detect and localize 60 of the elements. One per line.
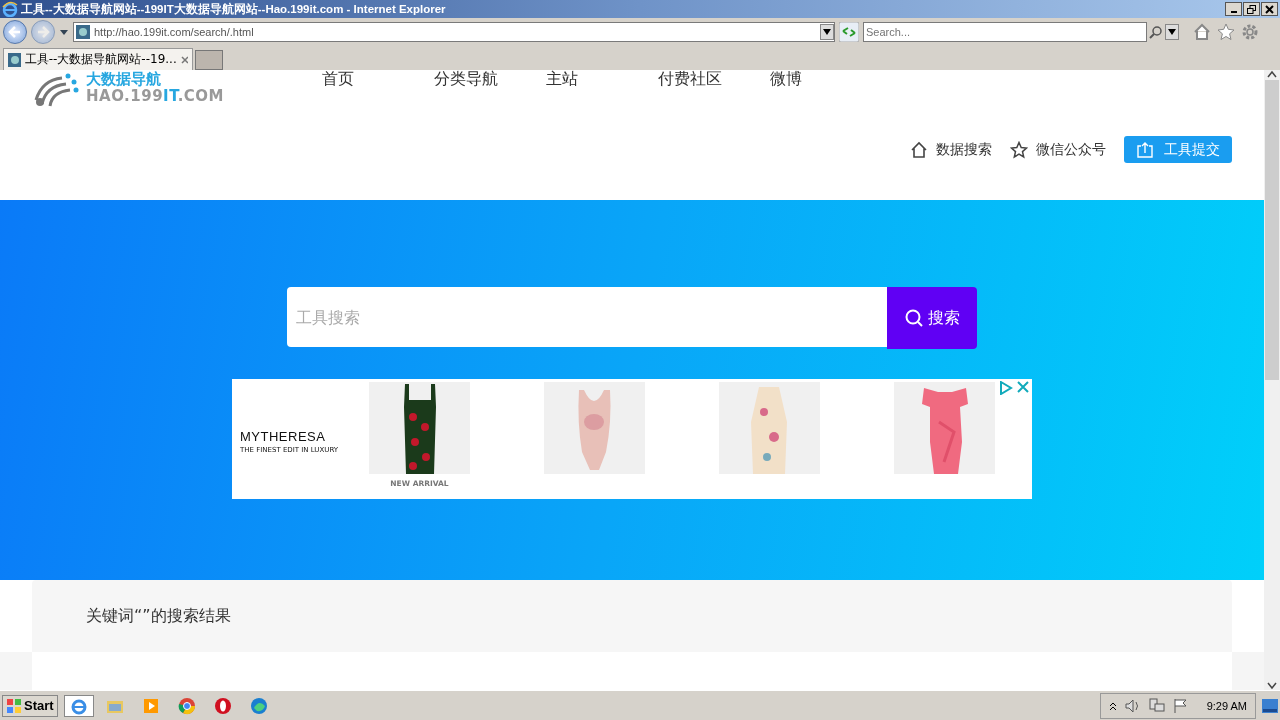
ad-brand: MYTHERESA	[240, 429, 327, 444]
forward-arrow-icon	[36, 25, 50, 39]
restore-icon	[1247, 4, 1256, 14]
ad-info-icon[interactable]	[999, 381, 1013, 395]
upload-icon	[1136, 141, 1154, 158]
speaker-icon[interactable]	[1124, 698, 1141, 713]
browser-search-field[interactable]: Search...	[863, 22, 1147, 42]
close-icon	[1265, 4, 1274, 14]
search-button[interactable]: 搜索	[887, 287, 977, 349]
settings-icon[interactable]	[1241, 23, 1259, 41]
restore-button[interactable]	[1243, 2, 1260, 16]
home-icon	[910, 140, 928, 159]
search-icon	[904, 308, 924, 328]
nav-link[interactable]: 首页	[322, 70, 435, 88]
dropdown-icon[interactable]	[59, 28, 69, 36]
search-icon[interactable]	[1149, 25, 1163, 39]
star-icon	[1010, 140, 1028, 159]
header-link[interactable]: 微信公众号	[1010, 140, 1106, 159]
close-icon[interactable]	[180, 55, 188, 64]
search-field[interactable]: 工具搜索	[287, 287, 887, 347]
minimize-button[interactable]	[1225, 2, 1242, 16]
windows-logo-icon	[6, 697, 22, 714]
window-title: 工具--大数据导航网站--199IT大数据导航网站--Hao.199it.com - Internet Explorer	[21, 1, 447, 17]
site-icon	[8, 52, 21, 67]
chrome-icon[interactable]	[177, 696, 196, 715]
star-icon[interactable]	[1217, 23, 1235, 41]
start-button[interactable]: Start	[2, 694, 58, 717]
media-player-icon[interactable]	[142, 697, 159, 714]
caret-icon	[1168, 29, 1176, 35]
logo-subtitle: HAO.199IT.COM	[86, 89, 225, 104]
clock: 9:29 AM	[1206, 699, 1247, 712]
close-icon[interactable]	[1017, 381, 1029, 393]
caret-icon	[823, 29, 831, 35]
scroll-up-icon[interactable]	[1267, 70, 1277, 78]
nav-link[interactable]: 微博	[770, 70, 883, 88]
results-heading: 关键词“”的搜索结果	[86, 605, 231, 627]
back-button[interactable]	[3, 20, 27, 44]
scrollbar[interactable]	[1264, 70, 1280, 690]
chevron-icon[interactable]	[1108, 700, 1117, 711]
refresh-icon[interactable]	[839, 22, 859, 42]
browser-tab[interactable]: 工具--大数据导航网站--19...	[3, 48, 193, 70]
address-field[interactable]: http://hao.199it.com/search/.html	[73, 22, 835, 42]
nav-link[interactable]: 主站	[546, 70, 659, 88]
nav-link[interactable]: 分类导航	[434, 70, 547, 88]
dropdown-button[interactable]	[1165, 24, 1179, 40]
scroll-down-icon[interactable]	[1267, 682, 1277, 690]
logo-title: 大数据导航	[86, 72, 162, 87]
site-icon	[76, 25, 90, 39]
header-link[interactable]: 数据搜索	[910, 140, 992, 159]
dropdown-button[interactable]	[820, 24, 834, 40]
home-icon[interactable]	[1193, 23, 1211, 41]
network-icon[interactable]	[1148, 697, 1165, 714]
opera-icon[interactable]	[213, 696, 232, 715]
show-desktop-icon[interactable]	[1262, 698, 1278, 713]
new-tab-button[interactable]	[195, 50, 223, 70]
back-arrow-icon	[8, 25, 22, 39]
nav-link[interactable]: 付费社区	[658, 70, 771, 88]
browser-logo-icon	[2, 1, 18, 17]
flag-icon[interactable]	[1172, 697, 1189, 714]
close-button[interactable]	[1261, 2, 1278, 16]
